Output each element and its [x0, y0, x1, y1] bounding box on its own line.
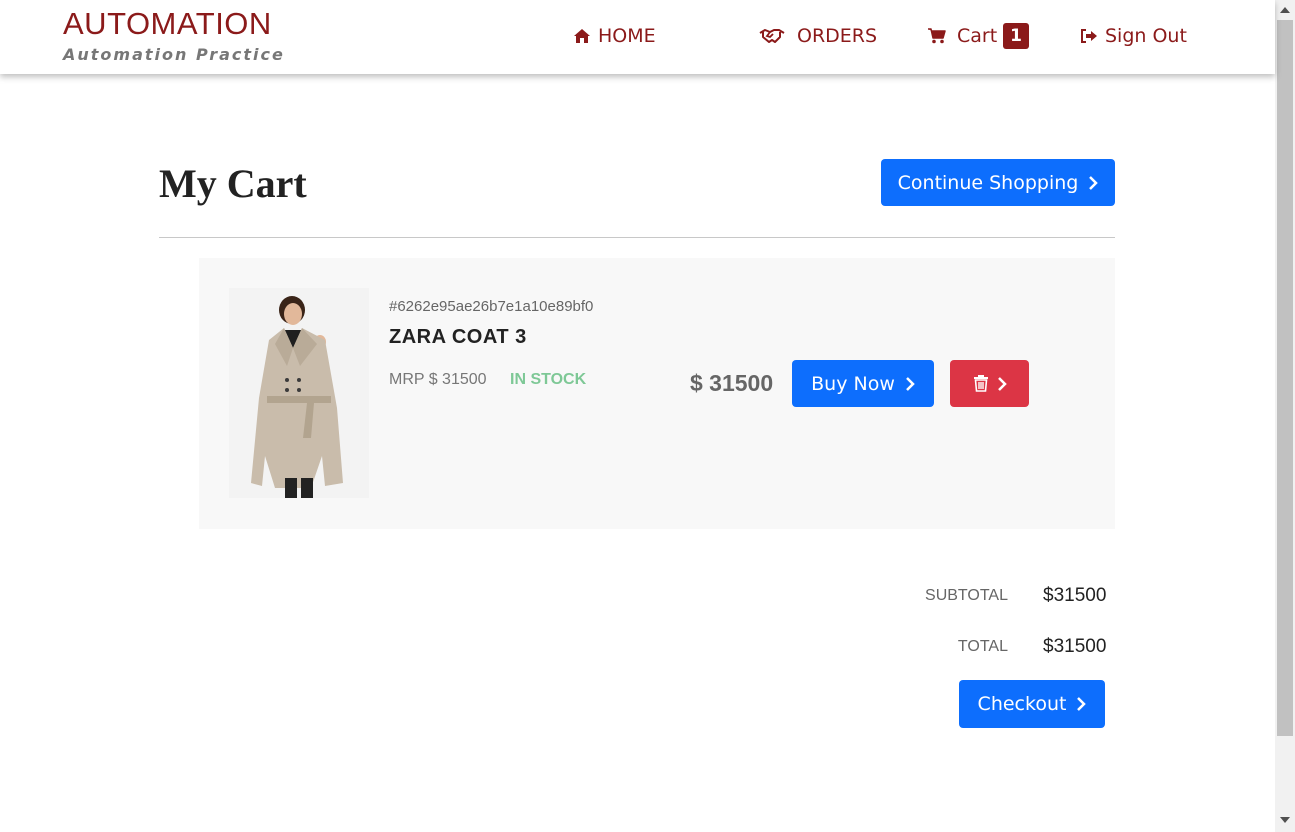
subtotal-value: $31500: [1043, 585, 1107, 606]
nav-orders-label: ORDERS: [797, 25, 878, 47]
divider: [159, 237, 1115, 238]
nav-orders[interactable]: ORDERS: [759, 22, 877, 50]
product-price: $ 31500: [690, 370, 774, 396]
trash-icon: [973, 375, 989, 392]
nav-sign-out-label: Sign Out: [1105, 25, 1187, 47]
nav-cart-label: Cart: [957, 25, 998, 47]
nav-sign-out[interactable]: Sign Out: [1080, 22, 1187, 50]
nav-home[interactable]: HOME: [573, 22, 656, 50]
scroll-up-icon[interactable]: [1280, 7, 1290, 13]
delete-item-button[interactable]: [950, 360, 1029, 407]
brand-title[interactable]: AUTOMATION: [63, 6, 272, 42]
brand-subtitle: Automation Practice: [63, 45, 285, 64]
handshake-icon: [759, 28, 785, 44]
nav-cart[interactable]: Cart 1: [928, 22, 1030, 50]
product-name: ZARA COAT 3: [389, 326, 527, 348]
page-title: My Cart: [159, 161, 307, 206]
buy-now-button[interactable]: Buy Now: [792, 360, 934, 407]
buy-now-label: Buy Now: [811, 372, 895, 395]
continue-shopping-label: Continue Shopping: [897, 171, 1079, 194]
continue-shopping-button[interactable]: Continue Shopping: [881, 159, 1115, 206]
nav-home-label: HOME: [598, 25, 656, 47]
checkout-label: Checkout: [977, 693, 1067, 715]
sign-out-icon: [1080, 28, 1098, 44]
chevron-right-icon: [1088, 175, 1099, 190]
cart-count-badge: 1: [1003, 23, 1030, 49]
product-id: #6262e95ae26b7e1a10e89bf0: [389, 298, 594, 315]
chevron-right-icon: [997, 376, 1007, 391]
scrollbar-thumb[interactable]: [1277, 20, 1293, 736]
cart-item: #6262e95ae26b7e1a10e89bf0 ZARA COAT 3 MR…: [199, 258, 1115, 529]
vertical-scrollbar[interactable]: [1275, 0, 1295, 832]
top-navbar: AUTOMATION Automation Practice HOME ORDE…: [0, 0, 1275, 74]
chevron-right-icon: [1076, 697, 1087, 711]
stock-status: IN STOCK: [510, 371, 587, 388]
scroll-down-icon[interactable]: [1280, 817, 1290, 823]
product-image: [229, 288, 369, 498]
cart-icon: [928, 28, 946, 44]
total-value: $31500: [1043, 636, 1107, 657]
checkout-button[interactable]: Checkout: [959, 680, 1105, 728]
product-mrp: MRP $ 31500: [389, 371, 487, 388]
home-icon: [573, 28, 591, 44]
total-label: TOTAL: [957, 638, 1008, 655]
subtotal-label: SUBTOTAL: [925, 587, 1008, 604]
chevron-right-icon: [905, 376, 915, 391]
